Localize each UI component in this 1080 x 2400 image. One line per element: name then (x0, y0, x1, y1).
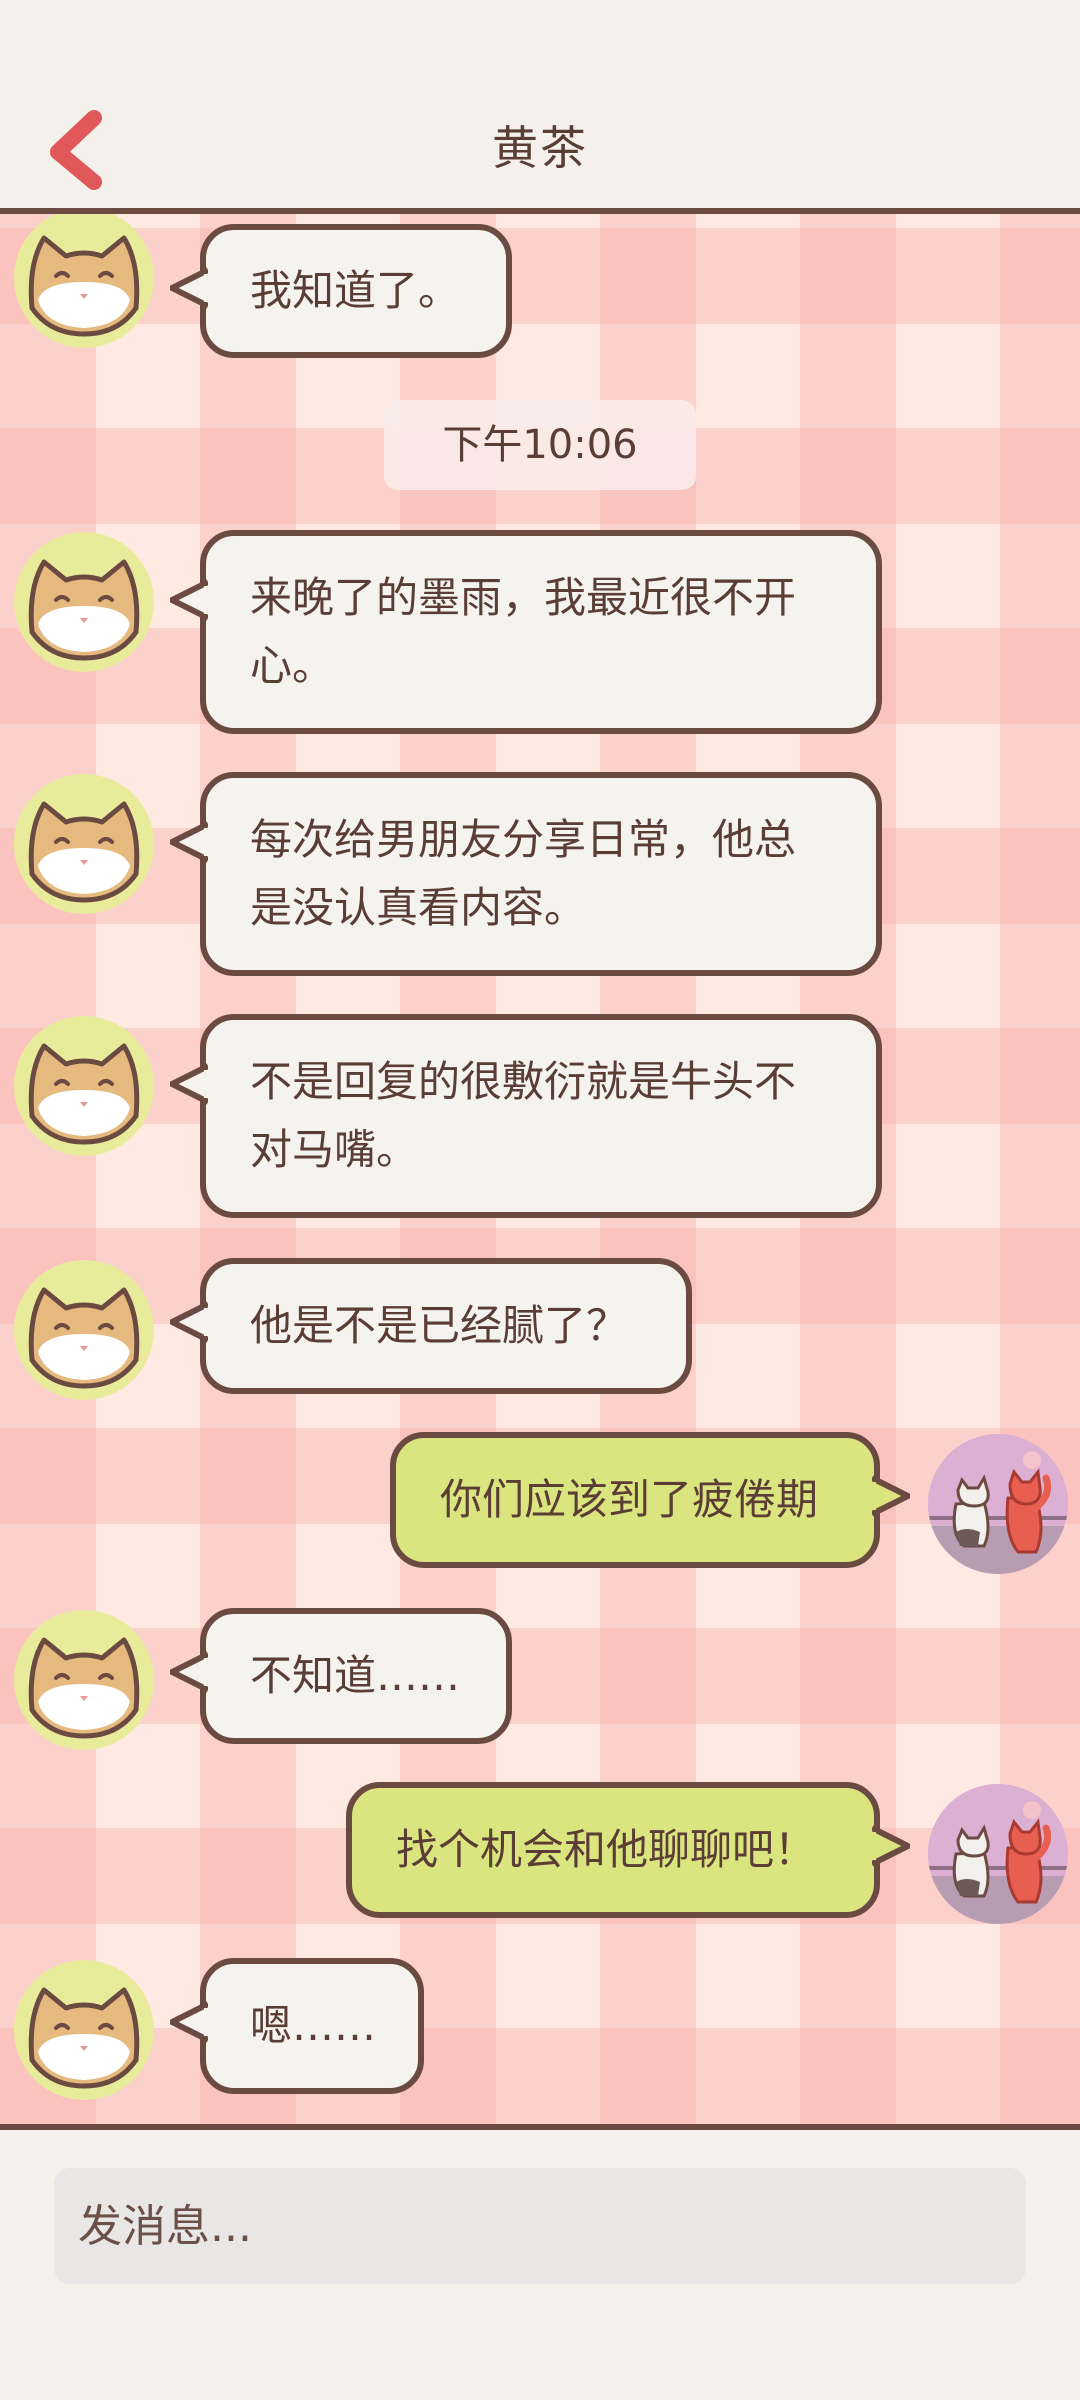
cat-avatar[interactable] (14, 214, 154, 348)
message-text: 找个机会和他聊聊吧！ (396, 1825, 817, 1874)
cats-avatar-image (928, 1434, 1068, 1574)
cat-face-icon (28, 1287, 140, 1389)
message-text: 他是不是已经腻了？ (250, 1301, 629, 1350)
chat-header: 黄茶 (0, 0, 1080, 208)
message-text: 嗯…… (250, 2001, 377, 2050)
cat-avatar[interactable] (14, 1960, 154, 2100)
cat-avatar[interactable] (14, 1260, 154, 1400)
chat-bubble[interactable]: 嗯…… (170, 1958, 424, 2094)
message-text: 每次给男朋友分享日常，他总 是没认真看内容。 (250, 815, 797, 932)
chat-bubble[interactable]: 他是不是已经腻了？ (170, 1258, 692, 1394)
cat-face-icon (28, 559, 140, 661)
chat-bubble[interactable]: 不是回复的很敷衍就是牛头不 对马嘴。 (170, 1014, 882, 1218)
cat-face-icon (28, 801, 140, 903)
bubble-tail (170, 579, 208, 621)
message-text: 你们应该到了疲倦期 (440, 1475, 819, 1524)
chat-message-list[interactable]: 我知道了。 下午10:06 来晚了的墨雨，我最近很不开 心。 每次给男朋友分享日… (0, 208, 1080, 2130)
cat-avatar[interactable] (14, 1016, 154, 1156)
cat-face-icon (28, 1987, 140, 2089)
message-input[interactable] (54, 2168, 1026, 2284)
user-avatar[interactable] (928, 1784, 1068, 1924)
cat-face-icon (28, 1637, 140, 1739)
chat-bubble[interactable]: 找个机会和他聊聊吧！ (346, 1782, 910, 1918)
bubble-tail (872, 1475, 910, 1517)
message-composer (0, 2130, 1080, 2400)
chat-bubble[interactable]: 每次给男朋友分享日常，他总 是没认真看内容。 (170, 772, 882, 976)
cats-avatar-image (928, 1784, 1068, 1924)
bubble-tail (170, 2001, 208, 2043)
message-text: 不知道…… (250, 1651, 461, 1700)
chat-bubble[interactable]: 我知道了。 (170, 224, 512, 358)
chat-bubble[interactable]: 不知道…… (170, 1608, 512, 1744)
cat-avatar[interactable] (14, 532, 154, 672)
timestamp-divider: 下午10:06 (384, 400, 696, 490)
page-title: 黄茶 (492, 121, 588, 175)
chat-bubble[interactable]: 来晚了的墨雨，我最近很不开 心。 (170, 530, 882, 734)
bubble-tail (872, 1825, 910, 1867)
chat-bubble[interactable]: 你们应该到了疲倦期 (390, 1432, 910, 1568)
cat-avatar[interactable] (14, 1610, 154, 1750)
cat-face-icon (28, 235, 140, 337)
bubble-tail (170, 1651, 208, 1693)
bubble-tail (170, 267, 208, 309)
bubble-tail (170, 1063, 208, 1105)
message-text: 我知道了。 (250, 266, 461, 315)
message-text: 来晚了的墨雨，我最近很不开 心。 (250, 573, 797, 690)
message-text: 不是回复的很敷衍就是牛头不 对马嘴。 (250, 1057, 797, 1174)
bubble-tail (170, 1301, 208, 1343)
cat-avatar[interactable] (14, 774, 154, 914)
cat-face-icon (28, 1043, 140, 1145)
user-avatar[interactable] (928, 1434, 1068, 1574)
bubble-tail (170, 821, 208, 863)
